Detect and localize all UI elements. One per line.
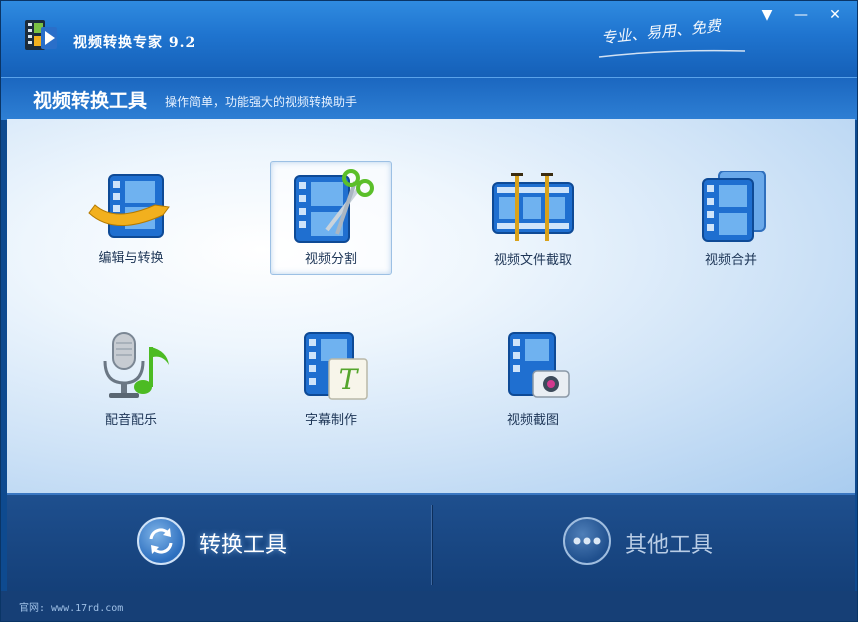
tool-label: 视频合并 (704, 253, 757, 268)
window-title: 视频转换专家 9.2 (73, 35, 197, 51)
tool-panel: 编辑与转换 视频分割 视频文件截取 视频合并 配音配乐 T 字幕制作 视频截图 (7, 119, 855, 493)
app-logo-icon (25, 20, 57, 50)
app-window: 视频转换专家 9.2 专业、易用、免费 ▼ — ✕ 视频转换工具 操作简单，功能… (0, 0, 858, 622)
minimize-button[interactable]: — (790, 6, 812, 24)
tool-label: 配音配乐 (104, 413, 157, 428)
tool-label: 字幕制作 (304, 413, 357, 428)
category-tabs: 转换工具 其他工具 (7, 493, 855, 593)
tool-subtitle-make[interactable]: T 字幕制作 (271, 331, 391, 443)
film-subtitle-icon: T (304, 332, 368, 400)
film-merge-icon (702, 171, 766, 242)
film-convert-icon (88, 174, 170, 238)
chevron-down-icon: ▼ (761, 7, 773, 23)
slogan-swash (598, 49, 746, 58)
film-trim-icon (492, 173, 574, 241)
divider (431, 505, 432, 585)
svg-text:T: T (339, 363, 360, 396)
tool-label: 视频分割 (304, 252, 357, 267)
section-subtitle: 操作简单，功能强大的视频转换助手 (165, 95, 358, 109)
tool-label: 视频文件截取 (493, 253, 572, 268)
film-scissors-icon (294, 169, 374, 243)
status-bar: 官网: www.17rd.com (1, 591, 857, 621)
convert-arrows-icon (137, 517, 185, 565)
tool-dubbing-music[interactable]: 配音配乐 (71, 331, 191, 443)
tab-label: 其他工具 (625, 533, 714, 558)
menu-dropdown-button[interactable]: ▼ (756, 6, 778, 24)
title-bar[interactable]: 视频转换专家 9.2 专业、易用、免费 ▼ — ✕ (1, 1, 857, 77)
tool-video-trim[interactable]: 视频文件截取 (473, 171, 593, 283)
tool-label: 视频截图 (506, 413, 559, 428)
tool-edit-convert[interactable]: 编辑与转换 (71, 171, 191, 283)
tab-label: 转换工具 (199, 533, 288, 558)
tool-label: 编辑与转换 (98, 251, 164, 266)
close-button[interactable]: ✕ (824, 6, 846, 24)
more-dots-icon (563, 517, 611, 565)
website-link[interactable]: 官网: www.17rd.com (19, 599, 123, 614)
close-icon: ✕ (829, 7, 841, 23)
microphone-music-icon (103, 332, 169, 398)
minimize-icon: — (794, 7, 808, 23)
slogan: 专业、易用、免费 (600, 16, 722, 48)
section-header: 视频转换工具 操作简单，功能强大的视频转换助手 (1, 77, 857, 120)
tool-video-screenshot[interactable]: 视频截图 (473, 331, 593, 443)
tool-video-merge[interactable]: 视频合并 (671, 171, 791, 283)
tool-video-split[interactable]: 视频分割 (270, 161, 392, 275)
film-camera-icon (508, 332, 570, 398)
section-title: 视频转换工具 (33, 90, 148, 112)
